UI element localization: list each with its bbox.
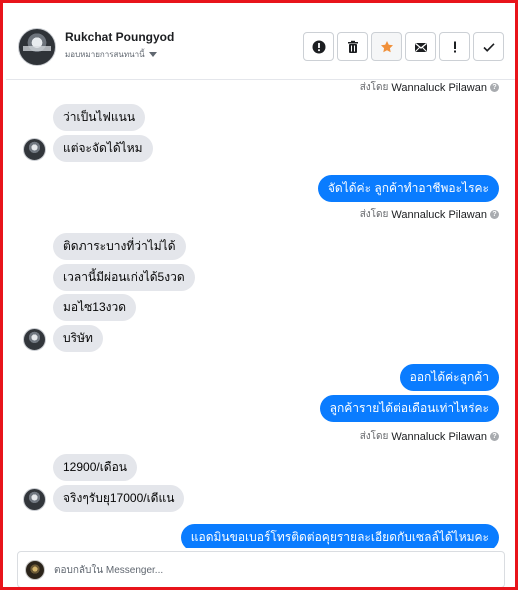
mark-unread-button[interactable] bbox=[405, 32, 436, 61]
chevron-down-icon bbox=[148, 52, 157, 57]
app-frame: Rukchat Poungyod มอบหมายการสนทนานี้ ส่งโ… bbox=[0, 0, 518, 590]
sent-by-label: ส่งโดย Wannaluck Pilawan ? bbox=[360, 80, 499, 95]
incoming-message: มอไซ13งวด bbox=[53, 294, 137, 321]
report-button[interactable] bbox=[439, 32, 470, 61]
conversation-actions bbox=[303, 32, 504, 61]
incoming-message: จริงๆรับยุ17000/เดีแน bbox=[53, 485, 185, 512]
incoming-message: ว่าเป็นไฟแนน bbox=[53, 104, 146, 131]
message-thread[interactable]: ส่งโดย Wannaluck Pilawan ? ว่าเป็นไฟแนน … bbox=[6, 80, 515, 548]
page-avatar bbox=[25, 560, 45, 580]
incoming-message: ติดภาระบางที่ว่าไม่ได้ bbox=[53, 233, 186, 260]
info-icon[interactable]: ? bbox=[490, 83, 499, 92]
contact-mini-avatar bbox=[23, 488, 46, 511]
sent-by-label: ส่งโดย Wannaluck Pilawan ? bbox=[360, 429, 499, 444]
envelope-icon bbox=[414, 42, 427, 52]
incoming-message: 12900/เดือน bbox=[53, 454, 138, 481]
star-button[interactable] bbox=[371, 32, 402, 61]
delete-button[interactable] bbox=[337, 32, 368, 61]
incoming-message: เวลานี้มีผ่อนเก่งได้5งวด bbox=[53, 264, 195, 291]
info-icon[interactable]: ? bbox=[490, 432, 499, 441]
alert-circle-icon bbox=[312, 40, 325, 53]
assign-label: มอบหมายการสนทนานี้ bbox=[65, 50, 145, 59]
contact-name[interactable]: Rukchat Poungyod bbox=[65, 30, 174, 44]
outgoing-message: ออกได้ค่ะลูกค้า bbox=[399, 364, 499, 391]
check-icon bbox=[482, 42, 495, 52]
incoming-message: บริษัท bbox=[53, 325, 103, 352]
reply-input[interactable] bbox=[54, 561, 484, 579]
outgoing-message: จัดได้ค่ะ ลูกค้าทำอาชีพอะไรคะ bbox=[317, 175, 499, 202]
conversation-header: Rukchat Poungyod มอบหมายการสนทนานี้ bbox=[6, 6, 515, 80]
outgoing-message: ลูกค้ารายได้ต่อเดือนเท่าไหร่คะ bbox=[319, 395, 499, 422]
assign-conversation-dropdown[interactable]: มอบหมายการสนทนานี้ bbox=[65, 48, 157, 61]
outgoing-message: แอดมินขอเบอร์โทรติดต่อคุยรายละเอียดกับเซ… bbox=[180, 524, 499, 548]
mark-done-button[interactable] bbox=[473, 32, 504, 61]
incoming-message: แต่จะจัดได้ไหม bbox=[53, 135, 153, 162]
reply-composer bbox=[17, 551, 505, 587]
contact-mini-avatar bbox=[23, 328, 46, 351]
contact-avatar[interactable] bbox=[18, 28, 56, 66]
star-icon bbox=[380, 40, 393, 52]
sent-by-label: ส่งโดย Wannaluck Pilawan ? bbox=[360, 207, 499, 222]
contact-mini-avatar bbox=[23, 138, 46, 161]
exclamation-icon bbox=[453, 41, 456, 52]
alert-button[interactable] bbox=[303, 32, 334, 61]
trash-icon bbox=[347, 40, 358, 53]
info-icon[interactable]: ? bbox=[490, 210, 499, 219]
